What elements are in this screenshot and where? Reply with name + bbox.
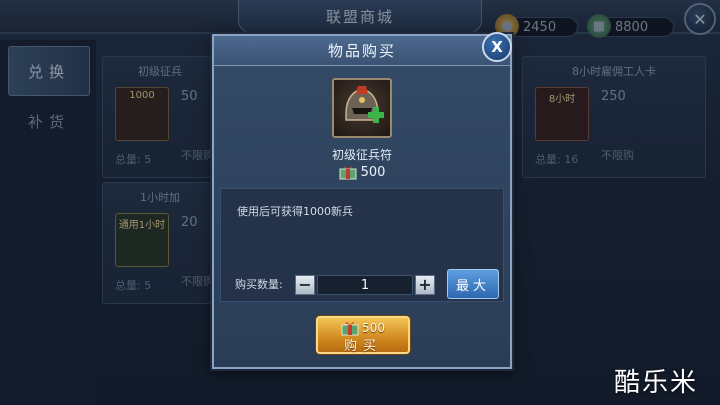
purchase-dialog: 物品购买 X 初级征兵符 500 使用后可获得1000新兵 购买数量: − 1 … [212, 32, 512, 369]
decrease-quantity-button[interactable]: − [295, 275, 315, 295]
item-description: 使用后可获得1000新兵 [237, 205, 353, 218]
dialog-title: 物品购买 [214, 36, 510, 66]
buy-price-row: 500 [318, 320, 408, 336]
close-icon: X [491, 38, 503, 56]
gift-box-icon [339, 164, 357, 180]
dialog-close-button[interactable]: X [482, 32, 512, 62]
description-panel: 使用后可获得1000新兵 购买数量: − 1 + 最大 [220, 188, 504, 302]
max-quantity-button[interactable]: 最大 [447, 269, 499, 299]
buy-button[interactable]: 500 购买 [316, 316, 410, 354]
gift-box-icon [341, 320, 359, 336]
buy-price: 500 [362, 321, 385, 335]
item-price-row: 500 [214, 164, 510, 180]
item-name: 初级征兵符 [331, 148, 392, 162]
increase-quantity-button[interactable]: + [415, 275, 435, 295]
buy-label: 购买 [343, 339, 382, 354]
item-price: 500 [360, 164, 386, 180]
watermark-logo: 酷乐米 [614, 368, 699, 398]
quantity-input[interactable]: 1 [317, 275, 413, 295]
helmet-icon [345, 86, 384, 123]
quantity-label: 购买数量: [235, 278, 283, 291]
helmet-item-icon [332, 78, 392, 138]
